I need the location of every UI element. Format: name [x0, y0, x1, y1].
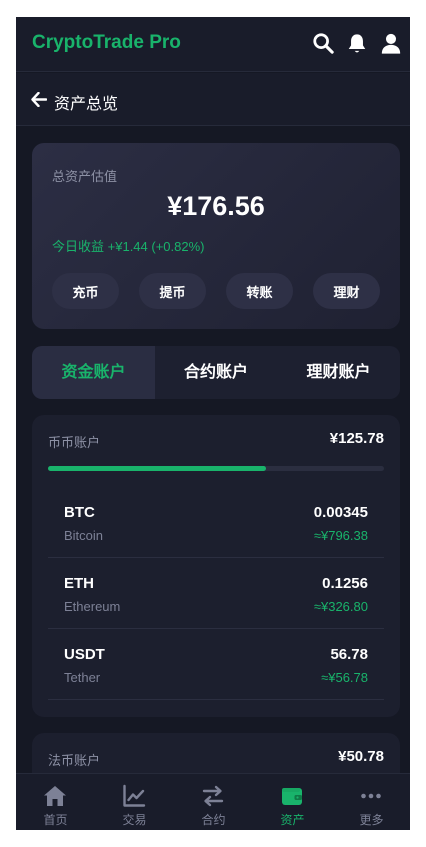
- today-profit-label: 今日收益: [52, 239, 105, 254]
- sub-header: 资产总览: [16, 73, 410, 126]
- spot-account-total: ¥125.78: [329, 430, 384, 447]
- nav-label: 交易: [122, 813, 147, 827]
- coin-symbol: ETH: [64, 575, 94, 592]
- tab-funding-account[interactable]: 资金账户: [32, 346, 155, 399]
- spot-account-title: 币币账户: [48, 435, 101, 450]
- coin-amount: 0.00345: [313, 504, 368, 521]
- nav-label: 合约: [201, 813, 226, 827]
- nav-label: 首页: [43, 813, 68, 827]
- bottom-nav: 首页 交易 合约 资产 更多: [16, 773, 410, 830]
- today-profit-value: +¥1.44 (+0.82%): [107, 239, 205, 254]
- nav-item-trade[interactable]: 交易: [95, 774, 174, 830]
- coin-name: Ethereum: [64, 599, 121, 614]
- chart-line-icon: [122, 784, 146, 808]
- nav-item-home[interactable]: 首页: [16, 774, 95, 830]
- total-assets-label: 总资产估值: [52, 169, 118, 184]
- arrow-left-icon[interactable]: [31, 91, 48, 112]
- coin-name: Bitcoin: [64, 528, 104, 543]
- deposit-button[interactable]: 充币: [52, 273, 119, 309]
- home-icon: [43, 784, 67, 808]
- account-tabs: 资金账户 合约账户 理财账户: [32, 346, 400, 399]
- nav-item-more[interactable]: 更多: [332, 774, 410, 830]
- today-profit: 今日收益 +¥1.44 (+0.82%): [52, 236, 205, 255]
- more-icon: [359, 784, 383, 808]
- page-title: 资产总览: [54, 96, 119, 113]
- transfer-button[interactable]: 转账: [226, 273, 293, 309]
- coin-symbol: USDT: [64, 646, 105, 663]
- tab-contract-account[interactable]: 合约账户: [155, 346, 277, 399]
- coin-row-usdt[interactable]: USDT Tether 56.78 ≈¥56.78: [48, 629, 384, 700]
- exchange-icon: [201, 784, 225, 808]
- user-icon[interactable]: [380, 32, 402, 60]
- coin-row-eth[interactable]: ETH Ethereum 0.1256 ≈¥326.80: [48, 558, 384, 629]
- nav-label: 更多: [359, 813, 384, 827]
- coin-value: ≈¥56.78: [321, 670, 368, 685]
- total-assets-card: 总资产估值 ¥176.56 今日收益 +¥1.44 (+0.82%) 充币 提币…: [32, 143, 400, 329]
- top-actions: [312, 32, 402, 56]
- coin-amount: 0.1256: [322, 575, 368, 592]
- coin-value: ≈¥326.80: [313, 599, 368, 614]
- top-bar: CryptoTrade Pro: [16, 17, 410, 72]
- nav-item-contract[interactable]: 合约: [174, 774, 253, 830]
- withdraw-button[interactable]: 提币: [139, 273, 206, 309]
- coin-row-btc[interactable]: BTC Bitcoin 0.00345 ≈¥796.38: [48, 487, 384, 558]
- finance-button[interactable]: 理财: [313, 273, 380, 309]
- fiat-account-title: 法币账户: [48, 753, 101, 768]
- app-frame: CryptoTrade Pro 资产总览 总资产估值 ¥176.56 今日收益 …: [16, 17, 410, 830]
- nav-label: 资产: [280, 813, 305, 827]
- nav-item-assets[interactable]: 资产: [253, 774, 332, 830]
- coin-value: ≈¥796.38: [313, 528, 368, 543]
- tab-finance-account[interactable]: 理财账户: [277, 346, 400, 399]
- brand-title: CryptoTrade Pro: [32, 32, 181, 53]
- spot-account-card[interactable]: 币币账户 ¥125.78 BTC Bitcoin 0.00345 ≈¥796.3…: [32, 415, 400, 717]
- search-icon[interactable]: [312, 32, 334, 59]
- wallet-icon: [280, 784, 304, 808]
- spot-account-progress: [48, 466, 384, 471]
- spot-account-progress-fill: [48, 466, 267, 471]
- coin-amount: 56.78: [330, 646, 368, 663]
- coin-name: Tether: [64, 670, 101, 685]
- bell-icon[interactable]: [346, 32, 368, 60]
- fiat-account-total: ¥50.78: [338, 748, 384, 765]
- total-assets-value: ¥176.56: [167, 191, 265, 221]
- coin-symbol: BTC: [64, 504, 95, 521]
